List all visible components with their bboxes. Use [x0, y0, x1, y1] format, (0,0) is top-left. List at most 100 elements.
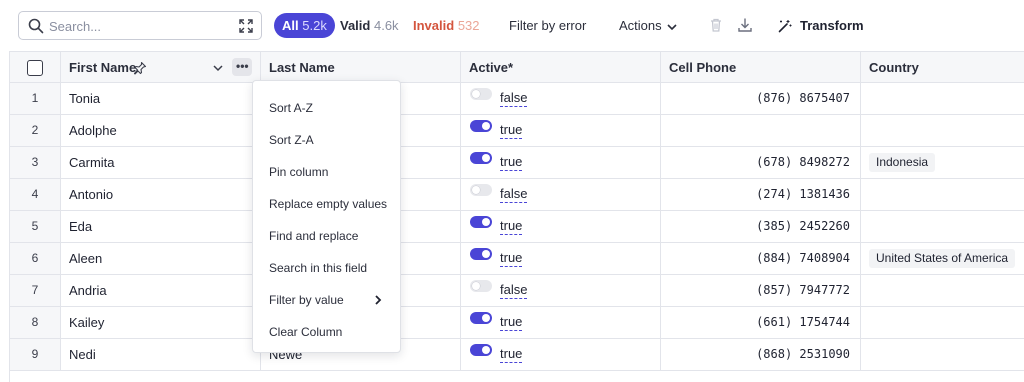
- expand-icon[interactable]: [239, 19, 253, 33]
- search-box[interactable]: [18, 11, 262, 40]
- column-header-cell-phone[interactable]: Cell Phone: [661, 52, 861, 83]
- toggle-switch[interactable]: [470, 184, 492, 196]
- cell-first-name[interactable]: Andria: [61, 275, 261, 306]
- toggle-knob: [472, 282, 480, 290]
- cell-first-name[interactable]: Aleen: [61, 243, 261, 274]
- filter-chip-invalid[interactable]: Invalid 532: [413, 13, 480, 38]
- cell-cell-phone[interactable]: (876) 8675407: [661, 83, 861, 114]
- cell-first-name[interactable]: Carmita: [61, 147, 261, 178]
- table-row[interactable]: 4 Antonio false (274) 1381436: [10, 179, 1024, 211]
- cell-active[interactable]: true: [461, 243, 661, 274]
- cell-active[interactable]: true: [461, 339, 661, 370]
- table-row[interactable]: 2 Adolphe true: [10, 115, 1024, 147]
- table-row[interactable]: 1 Tonia false (876) 8675407: [10, 83, 1024, 115]
- transform-label: Transform: [800, 18, 864, 33]
- toggle-switch[interactable]: [470, 280, 492, 292]
- cell-country[interactable]: [861, 307, 1024, 338]
- toggle-switch[interactable]: [470, 152, 492, 164]
- cell-active[interactable]: true: [461, 307, 661, 338]
- column-header-first-name[interactable]: First Name •••: [61, 52, 261, 83]
- menu-item-label: Search in this field: [269, 261, 368, 275]
- search-input[interactable]: [49, 16, 229, 36]
- cell-country[interactable]: [861, 211, 1024, 242]
- cell-country[interactable]: [861, 179, 1024, 210]
- chevron-down-icon[interactable]: [212, 62, 224, 74]
- cell-active[interactable]: false: [461, 83, 661, 114]
- cell-active[interactable]: true: [461, 211, 661, 242]
- boolean-value: true: [500, 314, 523, 331]
- select-all-column: [10, 52, 61, 83]
- cell-cell-phone[interactable]: (678) 8498272: [661, 147, 861, 178]
- transform-button[interactable]: Transform: [778, 13, 864, 38]
- more-horizontal-icon: •••: [236, 59, 249, 73]
- column-header-active[interactable]: Active*: [461, 52, 661, 83]
- toggle-switch[interactable]: [470, 88, 492, 100]
- table-row[interactable]: 6 Aleen true (884) 7408904 United States of …: [10, 243, 1024, 275]
- toolbar: All 5.2k Valid 4.6k Invalid 532 Filter b…: [0, 0, 1024, 51]
- menu-item-clear-column[interactable]: Clear Column: [253, 316, 400, 348]
- filter-chip-valid[interactable]: Valid 4.6k: [340, 13, 399, 38]
- cell-country[interactable]: [861, 339, 1024, 370]
- menu-item-pin-column[interactable]: Pin column: [253, 156, 400, 188]
- cell-country[interactable]: [861, 83, 1024, 114]
- table-row[interactable]: 8 Kailey true (661) 1754744: [10, 307, 1024, 339]
- boolean-value: true: [500, 218, 523, 235]
- cell-cell-phone[interactable]: (868) 2531090: [661, 339, 861, 370]
- cell-active[interactable]: true: [461, 147, 661, 178]
- menu-item-sort-a-z[interactable]: Sort A-Z: [253, 92, 400, 124]
- actions-button[interactable]: Actions: [619, 13, 678, 38]
- cell-cell-phone[interactable]: [661, 115, 861, 146]
- menu-item-replace-empty-values[interactable]: Replace empty values: [253, 188, 400, 220]
- chevron-right-icon: [375, 295, 382, 305]
- cell-active[interactable]: false: [461, 275, 661, 306]
- cell-cell-phone[interactable]: (661) 1754744: [661, 307, 861, 338]
- toggle-switch[interactable]: [470, 344, 492, 356]
- cell-first-name[interactable]: Nedi: [61, 339, 261, 370]
- toggle-switch[interactable]: [470, 216, 492, 228]
- column-title: First Name: [69, 60, 137, 75]
- table-row[interactable]: 5 Eda true (385) 2452260: [10, 211, 1024, 243]
- cell-country[interactable]: Indonesia: [861, 147, 1024, 178]
- filter-by-error-button[interactable]: Filter by error: [509, 13, 586, 38]
- cell-first-name[interactable]: Kailey: [61, 307, 261, 338]
- toggle-switch[interactable]: [470, 312, 492, 324]
- menu-item-filter-by-value[interactable]: Filter by value: [253, 284, 400, 316]
- cell-country[interactable]: United States of America: [861, 243, 1024, 274]
- column-header-country[interactable]: Country: [861, 52, 1024, 83]
- row-number: 3: [10, 147, 61, 178]
- toggle-switch[interactable]: [470, 120, 492, 132]
- cell-active[interactable]: true: [461, 115, 661, 146]
- country-tag: United States of America: [869, 249, 1016, 268]
- cell-first-name[interactable]: Adolphe: [61, 115, 261, 146]
- toggle-knob: [472, 90, 480, 98]
- table-row[interactable]: 7 Andria false (857) 7947772: [10, 275, 1024, 307]
- chip-label: Invalid: [413, 18, 455, 33]
- toggle-switch[interactable]: [470, 248, 492, 260]
- column-menu-button[interactable]: •••: [232, 58, 252, 76]
- cell-cell-phone[interactable]: (274) 1381436: [661, 179, 861, 210]
- select-all-checkbox[interactable]: [27, 60, 43, 76]
- menu-item-search-in-this-field[interactable]: Search in this field: [253, 252, 400, 284]
- column-header-last-name[interactable]: Last Name: [261, 52, 461, 83]
- cell-first-name[interactable]: Eda: [61, 211, 261, 242]
- search-icon: [28, 18, 44, 34]
- cell-country[interactable]: [861, 115, 1024, 146]
- cell-first-name[interactable]: Antonio: [61, 179, 261, 210]
- cell-cell-phone[interactable]: (385) 2452260: [661, 211, 861, 242]
- row-number: 4: [10, 179, 61, 210]
- cell-cell-phone[interactable]: (884) 7408904: [661, 243, 861, 274]
- cell-cell-phone[interactable]: (857) 7947772: [661, 275, 861, 306]
- download-icon[interactable]: [737, 17, 753, 33]
- menu-item-find-and-replace[interactable]: Find and replace: [253, 220, 400, 252]
- table-row[interactable]: 9 Nedi Newe true (868) 2531090: [10, 339, 1024, 371]
- table-row[interactable]: 3 Carmita true (678) 8498272 Indonesia: [10, 147, 1024, 179]
- menu-item-sort-z-a[interactable]: Sort Z-A: [253, 124, 400, 156]
- trash-icon[interactable]: [708, 17, 724, 33]
- chevron-down-icon: [667, 24, 677, 31]
- cell-active[interactable]: false: [461, 179, 661, 210]
- chip-count: 5.2k: [302, 18, 327, 33]
- cell-country[interactable]: [861, 275, 1024, 306]
- cell-first-name[interactable]: Tonia: [61, 83, 261, 114]
- filter-chip-all[interactable]: All 5.2k: [274, 13, 335, 38]
- pin-icon[interactable]: [133, 61, 147, 75]
